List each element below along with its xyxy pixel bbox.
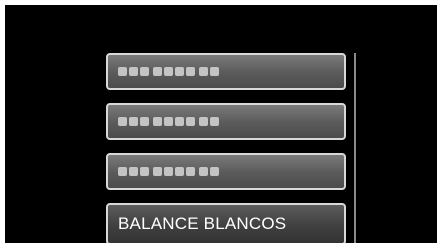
menu-item-label: BALANCE BLANCOS <box>118 214 287 233</box>
blurred-label <box>118 67 219 76</box>
menu-item-balance-blancos[interactable]: BALANCE BLANCOS <box>106 203 346 243</box>
menu-item-3[interactable] <box>106 153 346 190</box>
blurred-label <box>118 117 219 126</box>
menu-scrollbar[interactable] <box>354 53 356 243</box>
menu-item-2[interactable] <box>106 103 346 140</box>
blurred-label <box>118 167 219 176</box>
camera-menu-screen: BALANCE BLANCOS <box>5 5 437 243</box>
menu-item-1[interactable] <box>106 53 346 90</box>
